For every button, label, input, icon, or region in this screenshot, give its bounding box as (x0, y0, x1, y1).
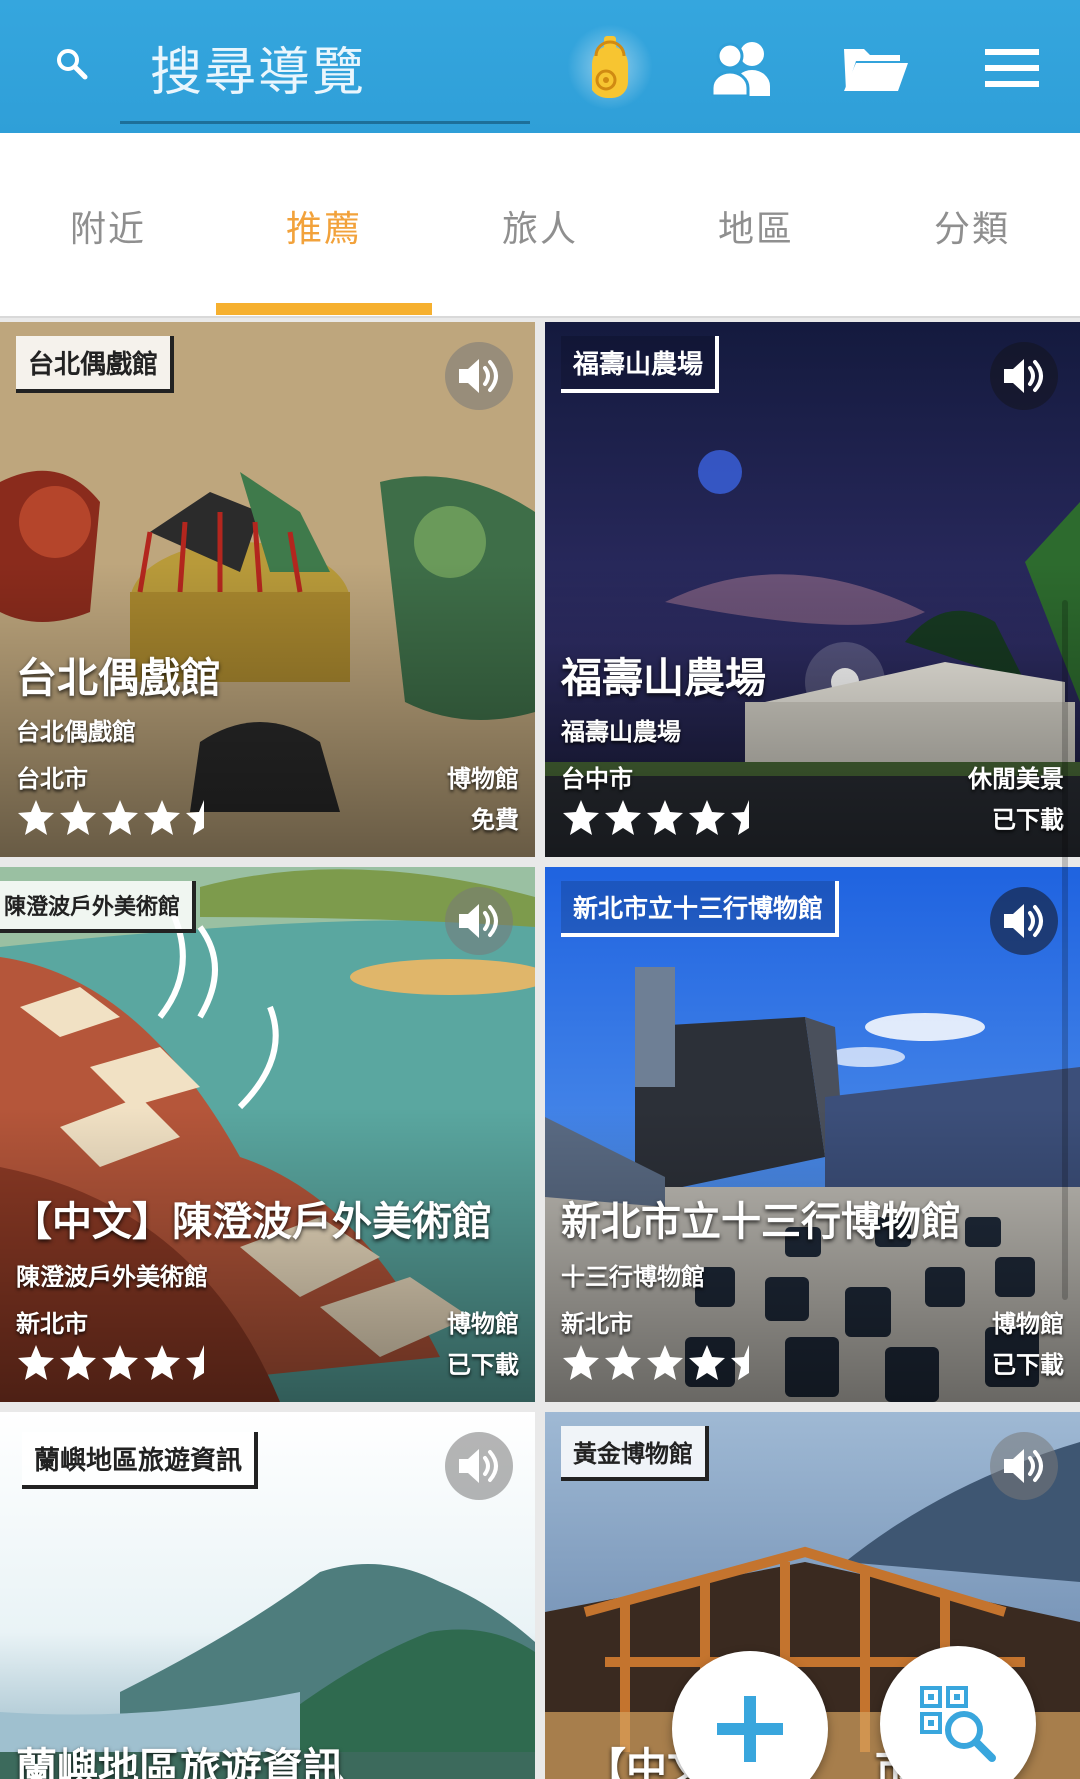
star-icon (18, 800, 54, 835)
files-button[interactable] (836, 28, 916, 108)
star-icon (689, 800, 725, 835)
travelers-button[interactable] (702, 28, 782, 108)
star-icon (563, 800, 599, 835)
speaker-icon (1004, 904, 1043, 938)
star-rating (16, 798, 224, 838)
audio-button[interactable] (445, 1432, 513, 1500)
star-icon (60, 800, 96, 835)
card-city: 台北市 (16, 765, 88, 793)
audio-button[interactable] (445, 342, 513, 410)
tab-recommended[interactable]: 推薦 (216, 133, 432, 318)
active-tab-indicator (216, 303, 432, 315)
speaker-icon (459, 1449, 498, 1483)
search-icon[interactable] (54, 46, 90, 82)
menu-button[interactable] (972, 28, 1052, 108)
speaker-icon (1004, 359, 1043, 393)
card-title: 【中文】陳澄波戶外美術館 (12, 1199, 492, 1245)
card-title: 福壽山農場 (561, 654, 766, 702)
guide-button[interactable] (567, 24, 653, 110)
card-title: 台北偶戲館 (16, 654, 221, 702)
star-rating (561, 1343, 769, 1383)
card-category: 博物館 (447, 765, 519, 793)
plus-icon (717, 1696, 783, 1762)
card-category: 博物館 (992, 1310, 1064, 1338)
card-city: 新北市 (561, 1310, 633, 1338)
card-category: 休閒美景 (968, 765, 1064, 793)
guide-card-taipei-puppet[interactable]: 台北偶戲館 台北偶戲館 台北偶戲館 台北市 博物館 免費 (0, 322, 535, 857)
card-status: 免費 (471, 806, 519, 834)
card-stamp: 黃金博物館 (561, 1426, 709, 1481)
card-subtitle: 陳澄波戶外美術館 (16, 1263, 208, 1291)
tab-category[interactable]: 分類 (864, 133, 1080, 318)
people-icon (710, 42, 770, 96)
star-icon (60, 1345, 96, 1380)
star-icon (647, 1345, 683, 1380)
card-title: 新北市立十三行博物館 (561, 1199, 961, 1245)
card-subtitle: 十三行博物館 (561, 1263, 705, 1291)
category-tabs: 附近 推薦 旅人 地區 分類 (0, 133, 1080, 318)
star-icon (144, 1345, 180, 1380)
card-city: 新北市 (16, 1310, 88, 1338)
card-subtitle: 台北偶戲館 (16, 718, 136, 746)
qr-search-icon (920, 1686, 996, 1762)
tab-nearby[interactable]: 附近 (0, 133, 216, 318)
card-stamp: 台北偶戲館 (16, 336, 175, 393)
card-stamp: 陳澄波戶外美術館 (0, 881, 197, 933)
card-title: 蘭嶼地區旅遊資訊 (16, 1744, 344, 1779)
folder-icon (844, 49, 908, 91)
speaker-icon (1004, 1449, 1043, 1483)
guide-card-lanyu-travel[interactable]: 蘭嶼地區旅遊資訊 蘭嶼地區旅遊資訊 (0, 1412, 535, 1779)
star-icon (102, 1345, 138, 1380)
star-icon (186, 800, 204, 835)
scrollbar[interactable] (1062, 600, 1068, 1300)
star-icon (731, 1345, 749, 1380)
star-icon (144, 800, 180, 835)
search-underline (120, 121, 530, 124)
card-stamp: 蘭嶼地區旅遊資訊 (22, 1432, 259, 1489)
headphones-guide-icon (592, 36, 628, 98)
star-icon (605, 800, 641, 835)
speaker-icon (459, 359, 498, 393)
search-placeholder: 搜尋導覽 (150, 43, 367, 103)
card-subtitle: 福壽山農場 (561, 718, 681, 746)
menu-icon (985, 49, 1039, 87)
star-icon (186, 1345, 204, 1380)
guide-card-chen-cheng-po[interactable]: 陳澄波戶外美術館 【中文】陳澄波戶外美術館 陳澄波戶外美術館 新北市 博物館 已… (0, 867, 535, 1402)
star-icon (689, 1345, 725, 1380)
top-app-bar: 搜尋導覽 (0, 0, 1080, 133)
guide-card-shihsanhang-museum[interactable]: 新北市立十三行博物館 新北市立十三行博物館 十三行博物館 新北市 博物館 已下載 (545, 867, 1080, 1402)
star-icon (18, 1345, 54, 1380)
star-icon (647, 800, 683, 835)
star-icon (102, 800, 138, 835)
star-icon (563, 1345, 599, 1380)
tab-region[interactable]: 地區 (648, 133, 864, 318)
card-stamp: 福壽山農場 (561, 336, 720, 393)
guide-card-fushoushan-farm[interactable]: 福壽山農場 福壽山農場 福壽山農場 台中市 休閒美景 已下載 (545, 322, 1080, 857)
audio-button[interactable] (990, 1432, 1058, 1500)
star-icon (731, 800, 749, 835)
star-rating (16, 1343, 224, 1383)
tab-travelers[interactable]: 旅人 (432, 133, 648, 318)
card-category: 博物館 (447, 1310, 519, 1338)
card-status: 已下載 (992, 806, 1064, 834)
card-status: 已下載 (447, 1351, 519, 1379)
audio-button[interactable] (990, 342, 1058, 410)
card-status: 已下載 (992, 1351, 1064, 1379)
star-icon (605, 1345, 641, 1380)
audio-button[interactable] (990, 887, 1058, 955)
audio-button[interactable] (445, 887, 513, 955)
star-rating (561, 798, 769, 838)
card-stamp: 新北市立十三行博物館 (561, 881, 840, 937)
speaker-icon (459, 904, 498, 938)
card-city: 台中市 (561, 765, 633, 793)
